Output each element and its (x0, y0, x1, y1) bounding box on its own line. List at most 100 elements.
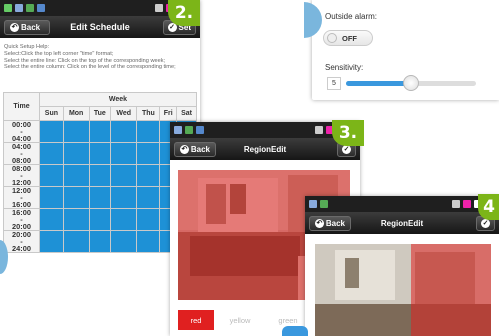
schedule-cell[interactable] (62, 142, 90, 165)
schedule-row: 12:00-16:00 (3, 186, 197, 209)
time-range-label[interactable]: 08:00-12:00 (3, 164, 40, 187)
camera-preview[interactable] (315, 244, 491, 336)
schedule-cell[interactable] (110, 120, 138, 143)
schedule-row: 08:00-12:00 (3, 164, 197, 187)
schedule-row: 04:00-08:00 (3, 142, 197, 165)
time-range-label[interactable]: 00:00-04:00 (3, 120, 40, 143)
back-button[interactable]: ↶ Back (309, 215, 351, 231)
usb-icon (15, 4, 23, 12)
android-icon (26, 4, 34, 12)
back-arrow-icon: ↶ (180, 144, 189, 154)
day-header-fri[interactable]: Fri (159, 106, 178, 121)
mail-icon (37, 4, 45, 12)
schedule-cell[interactable] (88, 164, 112, 187)
alarm-icon (451, 200, 460, 208)
region-edit-screen-2: 22 ↶ Back RegionEdit ✓ (305, 196, 499, 336)
time-range-part: 24:00 (12, 244, 31, 253)
scroll-tab-bottom (282, 326, 308, 336)
day-header-tue[interactable]: Tue (88, 106, 112, 121)
time-range-part: 12:00 (12, 178, 31, 187)
step-badge-4: 4 (478, 194, 499, 220)
schedule-cell[interactable] (136, 164, 161, 187)
step-badge-3: 3. (332, 120, 364, 146)
outside-alarm-toggle[interactable]: OFF (323, 30, 373, 46)
day-header-sat[interactable]: Sat (176, 106, 197, 121)
schedule-row: 00:00-04:00 (3, 120, 197, 143)
sensitivity-label: Sensitivity: (325, 63, 364, 72)
back-arrow-icon: ↶ (10, 22, 19, 32)
android-icon (320, 200, 328, 208)
day-header-thu[interactable]: Thu (136, 106, 161, 121)
time-range-part: 04:00 (12, 134, 31, 143)
schedule-cell[interactable] (39, 142, 64, 165)
schedule-cell[interactable] (88, 230, 112, 253)
schedule-cell[interactable] (39, 230, 64, 253)
schedule-cell[interactable] (110, 186, 138, 209)
schedule-cell[interactable] (110, 142, 138, 165)
schedule-row: 20:00-24:00 (3, 230, 197, 253)
step-badge-2: 2. (168, 0, 200, 26)
toggle-state-label: OFF (342, 33, 357, 43)
schedule-cell[interactable] (62, 120, 90, 143)
page-title: RegionEdit (243, 144, 287, 154)
quick-setup-help: Quick Setup Help: Select:Click the top l… (4, 44, 176, 71)
schedule-cell[interactable] (110, 164, 138, 187)
back-label: Back (325, 218, 345, 228)
time-range-label[interactable]: 04:00-08:00 (3, 142, 40, 165)
schedule-cell[interactable] (62, 208, 90, 231)
page-title: RegionEdit (380, 218, 424, 228)
toggle-radio-icon (327, 33, 337, 43)
schedule-cell[interactable] (39, 120, 64, 143)
time-range-label[interactable]: 20:00-24:00 (3, 230, 40, 253)
time-range-part: 16:00 (12, 200, 31, 209)
schedule-cell[interactable] (136, 230, 161, 253)
schedule-cell[interactable] (88, 186, 112, 209)
back-label: Back (190, 144, 210, 154)
time-range-part: 08:00 (12, 156, 31, 165)
sensitivity-value: 5 (327, 77, 341, 90)
color-option-red[interactable]: red (178, 310, 214, 330)
day-header-wed[interactable]: Wed (110, 106, 138, 121)
title-bar: ↶ Back RegionEdit ✓ (305, 212, 499, 234)
color-option-yellow[interactable]: yellow (218, 310, 262, 330)
schedule-cell[interactable] (62, 164, 90, 187)
sensitivity-slider-knob[interactable] (403, 75, 419, 91)
schedule-table: Time Week Sun Mon Tue Wed Thu Fri Sat 00:00-04… (3, 92, 197, 253)
page-title: Edit Schedule (70, 22, 130, 32)
back-button[interactable]: ↶ Back (174, 141, 216, 157)
time-range-label[interactable]: 12:00-16:00 (3, 186, 40, 209)
day-header-sun[interactable]: Sun (39, 106, 64, 121)
schedule-cell[interactable] (62, 230, 90, 253)
android-icon (185, 126, 193, 134)
alarm-icon (315, 126, 323, 134)
usb-icon (309, 200, 317, 208)
usb-icon (174, 126, 182, 134)
schedule-cell[interactable] (88, 120, 112, 143)
schedule-cell[interactable] (39, 186, 64, 209)
notification-icon (4, 4, 12, 12)
time-header[interactable]: Time (3, 92, 40, 121)
mail-icon (196, 126, 204, 134)
schedule-cell[interactable] (62, 186, 90, 209)
week-header: Week (39, 92, 197, 107)
schedule-cell[interactable] (110, 230, 138, 253)
schedule-cell[interactable] (88, 208, 112, 231)
back-arrow-icon: ↶ (315, 218, 324, 228)
schedule-cell[interactable] (136, 142, 161, 165)
back-label: Back (21, 22, 41, 32)
schedule-cell[interactable] (136, 120, 161, 143)
schedule-row: 16:00-20:00 (3, 208, 197, 231)
title-bar: ↶ Back RegionEdit ✓ (170, 138, 360, 160)
schedule-cell[interactable] (39, 164, 64, 187)
back-button[interactable]: ↶ Back (4, 19, 50, 35)
sensitivity-slider[interactable] (346, 75, 476, 91)
schedule-cell[interactable] (39, 208, 64, 231)
day-header-mon[interactable]: Mon (62, 106, 90, 121)
time-range-label[interactable]: 16:00-20:00 (3, 208, 40, 231)
schedule-cell[interactable] (88, 142, 112, 165)
status-bar: 22 (305, 196, 499, 212)
schedule-cell[interactable] (136, 208, 161, 231)
schedule-cell[interactable] (136, 186, 161, 209)
schedule-cell[interactable] (110, 208, 138, 231)
room-photo (315, 244, 491, 336)
